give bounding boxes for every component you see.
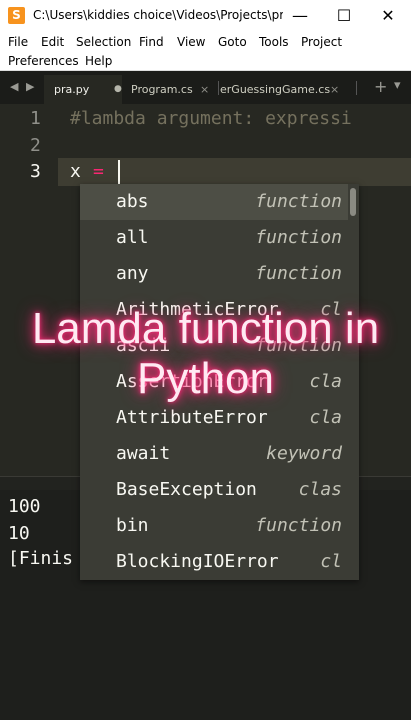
- autocomplete-item[interactable]: BaseException clas: [80, 472, 348, 508]
- autocomplete-item[interactable]: abs function: [80, 184, 348, 220]
- sublime-text-icon: S: [8, 7, 25, 24]
- completion-name: bin: [116, 515, 149, 536]
- completion-name: all: [116, 227, 149, 248]
- tab-bar: ◀ ▶ pra.py ● Program.cs × erGuessingGame…: [0, 71, 411, 104]
- completion-name: await: [116, 443, 171, 464]
- completion-name: AttributeError: [116, 407, 268, 428]
- completion-kind: function: [255, 191, 342, 212]
- menu-preferences[interactable]: Preferences: [8, 54, 79, 68]
- autocomplete-item[interactable]: bin function: [80, 508, 348, 544]
- completion-kind: clas: [298, 479, 342, 500]
- tab-divider: [356, 81, 357, 95]
- code-operator: =: [93, 161, 104, 182]
- completion-name: BaseException: [116, 479, 257, 500]
- tab-close-icon[interactable]: ×: [330, 75, 339, 104]
- menu-file[interactable]: File: [8, 35, 28, 49]
- menu-view[interactable]: View: [177, 35, 205, 49]
- tab-label: pra.py: [54, 83, 90, 96]
- autocomplete-item[interactable]: all function: [80, 220, 348, 256]
- output-line: 100: [8, 496, 41, 517]
- completion-kind: function: [255, 227, 342, 248]
- menu-goto[interactable]: Goto: [218, 35, 247, 49]
- autocomplete-item[interactable]: await keyword: [80, 436, 348, 472]
- new-tab-plus-icon[interactable]: +: [374, 77, 387, 96]
- tab-label: Program.cs: [131, 83, 193, 96]
- text-cursor: [118, 160, 120, 184]
- tab-label: erGuessingGame.cs: [220, 83, 331, 96]
- completion-kind: cla: [309, 407, 342, 428]
- menu-selection[interactable]: Selection: [76, 35, 131, 49]
- current-line-highlight: [0, 158, 411, 186]
- maximize-button[interactable]: ☐: [322, 0, 366, 32]
- tab-nav-left-icon[interactable]: ◀: [10, 80, 18, 93]
- close-button[interactable]: ✕: [366, 0, 410, 32]
- output-line: 10: [8, 523, 30, 544]
- code-comment: #lambda argument: expressi: [70, 108, 352, 129]
- tab-program-cs[interactable]: Program.cs ×: [122, 75, 218, 104]
- line-number: 3: [30, 161, 41, 182]
- menu-project[interactable]: Project: [301, 35, 342, 49]
- autocomplete-item[interactable]: BlockingIOError cl: [80, 544, 348, 580]
- output-line: [Finis: [8, 548, 74, 569]
- autocomplete-item[interactable]: AttributeError cla: [80, 400, 348, 436]
- completion-kind: cl: [320, 551, 342, 572]
- tab-close-icon[interactable]: ×: [200, 75, 209, 104]
- tab-guessing-game-cs[interactable]: erGuessingGame.cs ×: [218, 75, 348, 104]
- overlay-title-line1: Lamda function in: [31, 304, 380, 353]
- completion-kind: function: [255, 515, 342, 536]
- minimize-button[interactable]: —: [278, 0, 322, 32]
- overlay-title-line2: Python: [137, 354, 274, 403]
- line-number: 2: [30, 135, 41, 156]
- line-number: 1: [30, 108, 41, 129]
- window-title: C:\Users\kiddies choice\Videos\Projects\…: [33, 8, 283, 22]
- tab-overflow-chevron-icon[interactable]: ▾: [394, 78, 401, 93]
- menu-edit[interactable]: Edit: [41, 35, 64, 49]
- completion-name: BlockingIOError: [116, 551, 279, 572]
- completion-name: any: [116, 263, 149, 284]
- completion-kind: function: [255, 263, 342, 284]
- menu-bar: File Edit Selection Find View Goto Tools…: [0, 32, 411, 71]
- unsaved-dot-icon[interactable]: ●: [114, 75, 122, 104]
- menu-tools[interactable]: Tools: [259, 35, 289, 49]
- autocomplete-item[interactable]: any function: [80, 256, 348, 292]
- autocomplete-scrollbar[interactable]: [350, 188, 356, 216]
- code-variable: x: [70, 161, 81, 182]
- tab-pra-py[interactable]: pra.py ●: [44, 75, 122, 104]
- menu-help[interactable]: Help: [85, 54, 112, 68]
- menu-find[interactable]: Find: [139, 35, 164, 49]
- line-gutter: 1 2 3: [0, 104, 58, 476]
- title-bar: S C:\Users\kiddies choice\Videos\Project…: [0, 0, 411, 32]
- completion-kind: keyword: [266, 443, 342, 464]
- completion-name: abs: [116, 191, 149, 212]
- tab-nav-right-icon[interactable]: ▶: [26, 80, 34, 93]
